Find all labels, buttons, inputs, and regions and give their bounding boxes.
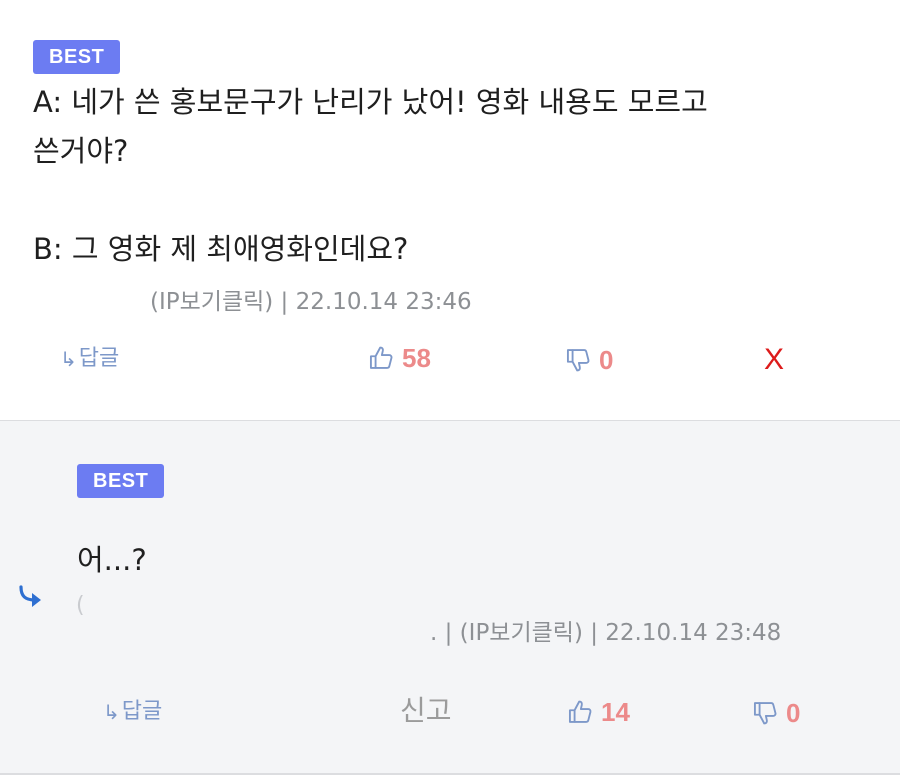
thumbs-down-icon bbox=[752, 699, 780, 727]
reply-label: 답글 bbox=[121, 699, 163, 724]
nested-reply-icon bbox=[16, 584, 46, 614]
comment-meta: (IP보기클릭) | 22.10.14 23:46 bbox=[150, 289, 472, 315]
comment-text-line: A: 네가 쓴 홍보문구가 난리가 났어! 영화 내용도 모르고 bbox=[33, 85, 708, 119]
thumbs-down-icon bbox=[565, 346, 593, 374]
comment-text-line: B: 그 영화 제 최애영화인데요? bbox=[33, 232, 409, 266]
downvote-button[interactable]: 0 bbox=[565, 345, 613, 375]
upvote-button[interactable]: 58 bbox=[368, 343, 431, 373]
downvote-count: 0 bbox=[786, 698, 801, 728]
comment-best-1: BEST A: 네가 쓴 홍보문구가 난리가 났어! 영화 내용도 모르고 쓴거… bbox=[0, 0, 900, 420]
upvote-count: 58 bbox=[402, 343, 431, 373]
upvote-button[interactable]: 14 bbox=[567, 697, 630, 727]
reply-button[interactable]: ↳ 답글 bbox=[60, 344, 119, 374]
delete-button[interactable]: X bbox=[764, 345, 784, 375]
best-badge: BEST bbox=[77, 464, 165, 498]
thumbs-up-icon bbox=[368, 344, 396, 372]
comment-meta: . | (IP보기클릭) | 22.10.14 23:48 bbox=[430, 620, 782, 646]
comment-text-line: 어...? bbox=[77, 543, 147, 577]
best-badge: BEST bbox=[33, 40, 121, 74]
thumbs-up-icon bbox=[567, 698, 595, 726]
downvote-count: 0 bbox=[599, 345, 614, 375]
downvote-button[interactable]: 0 bbox=[752, 698, 800, 728]
comment-best-2: BEST 어...? ( . | (IP보기클릭) | 22.10.14 23:… bbox=[0, 421, 900, 773]
comment-text-line: 쓴거야? bbox=[33, 134, 129, 168]
reply-label: 답글 bbox=[78, 346, 120, 371]
reply-arrow-icon: ↳ bbox=[103, 700, 120, 724]
comment-divider bbox=[0, 773, 900, 775]
avatar-placeholder: ( bbox=[76, 593, 85, 618]
upvote-count: 14 bbox=[601, 697, 630, 727]
reply-button[interactable]: ↳ 답글 bbox=[103, 697, 162, 727]
report-button[interactable]: 신고 bbox=[400, 693, 452, 729]
reply-arrow-icon: ↳ bbox=[60, 347, 77, 371]
